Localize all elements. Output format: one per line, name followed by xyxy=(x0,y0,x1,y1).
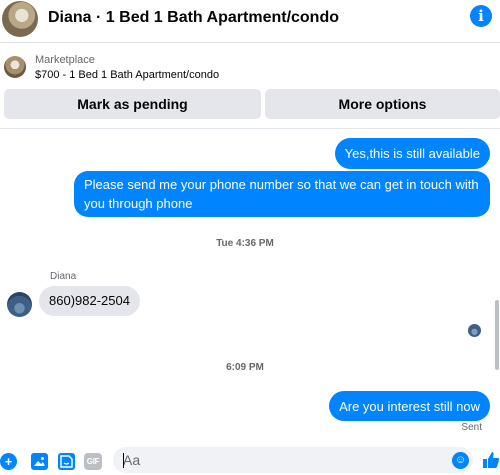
sticker-glyph xyxy=(60,455,73,468)
listing-avatar[interactable] xyxy=(2,1,38,37)
listing-title[interactable]: $700 - 1 Bed 1 Bath Apartment/condo xyxy=(35,69,219,81)
outgoing-message[interactable]: Please send me your phone number so that… xyxy=(74,171,490,217)
seen-indicator-avatar xyxy=(468,324,481,337)
message-timestamp: Tue 4:36 PM xyxy=(216,238,274,249)
like-icon[interactable] xyxy=(482,450,500,470)
info-icon[interactable]: i xyxy=(470,5,492,27)
more-options-button[interactable]: More options xyxy=(265,89,500,119)
text-caret xyxy=(123,453,124,468)
contact-avatar[interactable] xyxy=(7,292,32,317)
marketplace-listing: Marketplace $700 - 1 Bed 1 Bath Apartmen… xyxy=(0,43,500,129)
outgoing-message[interactable]: Yes,this is still available xyxy=(334,138,490,169)
listing-source: Marketplace xyxy=(35,54,95,66)
message-composer: + GIF ☺ xyxy=(0,441,500,473)
message-status: Sent xyxy=(461,422,482,433)
listing-thumbnail[interactable] xyxy=(4,56,26,78)
gif-icon[interactable]: GIF xyxy=(84,453,102,470)
message-input[interactable] xyxy=(113,447,433,473)
thumbs-up-glyph xyxy=(483,452,500,468)
message-input-wrapper: ☺ xyxy=(113,447,473,473)
emoji-icon[interactable]: ☺ xyxy=(452,452,469,469)
incoming-message[interactable]: 860)982-2504 xyxy=(39,286,140,316)
message-timestamp: 6:09 PM xyxy=(226,362,264,373)
mark-as-pending-button[interactable]: Mark as pending xyxy=(4,89,261,119)
conversation-title[interactable]: Diana · 1 Bed 1 Bath Apartment/condo xyxy=(48,9,339,27)
conversation-header: Diana · 1 Bed 1 Bath Apartment/condo i xyxy=(0,0,500,43)
plus-icon[interactable]: + xyxy=(0,453,17,470)
outgoing-message[interactable]: Are you interest still now xyxy=(329,391,490,421)
sticker-icon[interactable] xyxy=(58,453,75,470)
photo-glyph xyxy=(34,457,45,466)
conversation-scrollbar[interactable] xyxy=(495,300,499,370)
photo-icon[interactable] xyxy=(31,453,48,470)
sender-name: Diana xyxy=(50,271,77,282)
